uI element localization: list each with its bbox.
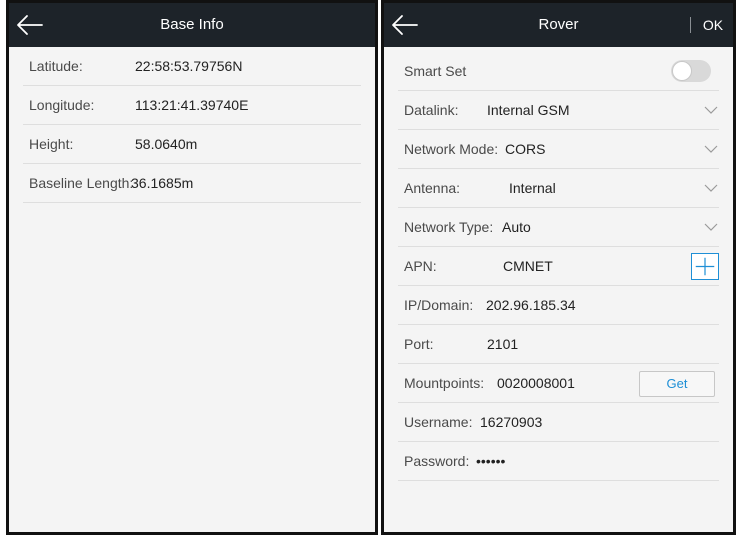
datalink-label: Datalink: <box>404 102 459 118</box>
chevron-down-icon[interactable] <box>703 182 719 194</box>
height-row: Height: 58.0640m <box>23 125 361 164</box>
title-divider <box>690 17 691 33</box>
base-info-list: Latitude: 22:58:53.79756N Longitude: 113… <box>23 47 361 203</box>
network-type-value: Auto <box>502 219 531 235</box>
port-row: Port: 2101 <box>398 325 719 364</box>
port-input[interactable]: 2101 <box>487 325 518 364</box>
password-input[interactable]: •••••• <box>476 442 505 481</box>
longitude-label: Longitude: <box>29 97 95 113</box>
password-label: Password: <box>404 453 470 469</box>
password-row: Password: •••••• <box>398 442 719 481</box>
mountpoints-label: Mountpoints: <box>404 375 485 391</box>
smart-set-row: Smart Set <box>398 51 719 91</box>
latitude-row: Latitude: 22:58:53.79756N <box>23 47 361 86</box>
baseline-length-value: 36.1685m <box>131 175 194 191</box>
smart-set-toggle[interactable] <box>671 60 711 82</box>
base-info-titlebar: Base Info <box>9 3 375 47</box>
base-info-panel: Base Info Latitude: 22:58:53.79756N Long… <box>6 0 378 535</box>
page-title: Base Info <box>160 16 224 33</box>
mountpoints-row: Mountpoints: 0020008001 Get <box>398 364 719 403</box>
height-label: Height: <box>29 136 74 152</box>
username-row: Username: 16270903 <box>398 403 719 442</box>
toggle-knob <box>672 61 692 81</box>
network-mode-value: CORS <box>505 141 546 157</box>
page-title: Rover <box>538 16 579 33</box>
network-type-row[interactable]: Network Type: Auto <box>398 208 719 247</box>
rover-settings-list: Smart Set Datalink: Internal GSM Network… <box>398 51 719 481</box>
network-type-label: Network Type: <box>404 219 494 235</box>
port-label: Port: <box>404 336 434 352</box>
rover-panel: Rover OK Smart Set Datalink: Internal GS… <box>381 0 736 535</box>
baseline-length-label: Baseline Length: <box>29 175 134 191</box>
ip-domain-label: IP/Domain: <box>404 297 474 313</box>
rover-titlebar: Rover OK <box>384 3 733 47</box>
longitude-row: Longitude: 113:21:41.39740E <box>23 86 361 125</box>
antenna-value: Internal <box>509 180 556 196</box>
apn-label: APN: <box>404 258 437 274</box>
chevron-down-icon[interactable] <box>703 143 719 155</box>
mountpoints-input[interactable]: 0020008001 <box>497 364 575 403</box>
height-value: 58.0640m <box>135 136 198 152</box>
baseline-length-row: Baseline Length: 36.1685m <box>23 164 361 203</box>
datalink-row[interactable]: Datalink: Internal GSM <box>398 91 719 130</box>
latitude-value: 22:58:53.79756N <box>135 58 243 74</box>
network-mode-label: Network Mode: <box>404 141 499 157</box>
apn-row: APN: CMNET <box>398 247 719 286</box>
longitude-value: 113:21:41.39740E <box>135 97 249 113</box>
chevron-down-icon[interactable] <box>703 104 719 116</box>
ip-domain-input[interactable]: 202.96.185.34 <box>486 286 576 325</box>
username-input[interactable]: 16270903 <box>480 403 542 442</box>
antenna-row[interactable]: Antenna: Internal <box>398 169 719 208</box>
get-mountpoints-button[interactable]: Get <box>639 371 715 397</box>
latitude-label: Latitude: <box>29 58 83 74</box>
smart-set-label: Smart Set <box>404 63 467 79</box>
ok-button[interactable]: OK <box>693 3 733 47</box>
add-apn-button[interactable] <box>691 253 719 280</box>
antenna-label: Antenna: <box>404 180 461 196</box>
chevron-down-icon[interactable] <box>703 221 719 233</box>
username-label: Username: <box>404 414 473 430</box>
ip-domain-row: IP/Domain: 202.96.185.34 <box>398 286 719 325</box>
apn-value[interactable]: CMNET <box>503 247 553 286</box>
datalink-value: Internal GSM <box>487 102 570 118</box>
network-mode-row[interactable]: Network Mode: CORS <box>398 130 719 169</box>
